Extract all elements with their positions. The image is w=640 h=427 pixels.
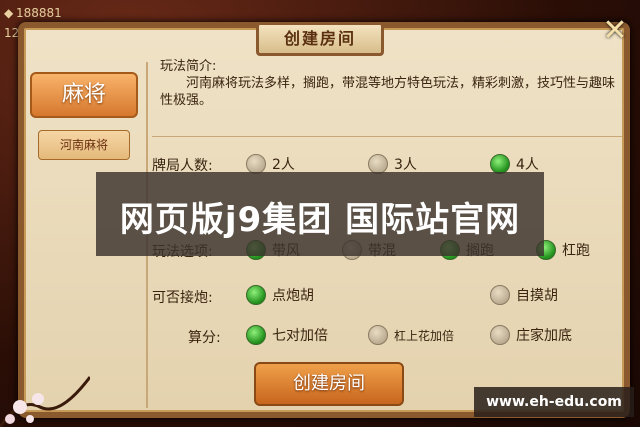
radio-selected-icon [246, 285, 266, 305]
coin-icon: ◆ [4, 6, 14, 20]
option-qidui-double[interactable]: 七对加倍 [246, 323, 356, 349]
create-room-button[interactable]: 创建房间 [254, 362, 404, 406]
checkbox-selected-icon [246, 325, 266, 345]
checkbox-icon [490, 325, 510, 345]
intro-heading: 玩法简介: [160, 59, 217, 74]
option-gangshanghua-double[interactable]: 杠上花加倍 [368, 323, 484, 349]
intro-divider [152, 136, 622, 137]
radio-icon [490, 285, 510, 305]
close-icon: ✕ [602, 13, 628, 48]
henan-mahjong-button[interactable]: 河南麻将 [38, 130, 130, 160]
option-dianpaohu[interactable]: 点炮胡 [246, 283, 346, 309]
site-url-tag: www.eh-edu.com [474, 387, 634, 417]
option-zhuangjia-base[interactable]: 庄家加底 [490, 323, 600, 349]
checkbox-icon [368, 325, 388, 345]
option-gangpao[interactable]: 杠跑 [536, 238, 616, 264]
plum-blossom-decoration [0, 376, 90, 427]
rules-intro: 玩法简介: 河南麻将玩法多样，搁跑，带混等地方特色玩法，精彩刺激，技巧性与趣味性… [160, 58, 620, 109]
coin-count: 188881 [16, 6, 62, 20]
close-button[interactable]: ✕ [600, 16, 630, 46]
option-zimohu[interactable]: 自摸胡 [490, 283, 590, 309]
intro-body: 河南麻将玩法多样，搁跑，带混等地方特色玩法，精彩刺激，技巧性与趣味性极强。 [160, 76, 616, 108]
watermark-banner: 网页版j9集团 国际站官网 [96, 172, 544, 256]
radio-icon [368, 154, 388, 174]
discard-win-label: 可否接炮: [152, 290, 213, 306]
level-value: 12 [4, 26, 20, 40]
scoring-label: 算分: [188, 330, 221, 346]
dialog-title: 创建房间 [256, 22, 384, 56]
watermark-text: 网页版j9集团 国际站官网 [119, 200, 521, 240]
mahjong-category-button[interactable]: 麻将 [30, 72, 138, 118]
radio-selected-icon [490, 154, 510, 174]
radio-icon [246, 154, 266, 174]
